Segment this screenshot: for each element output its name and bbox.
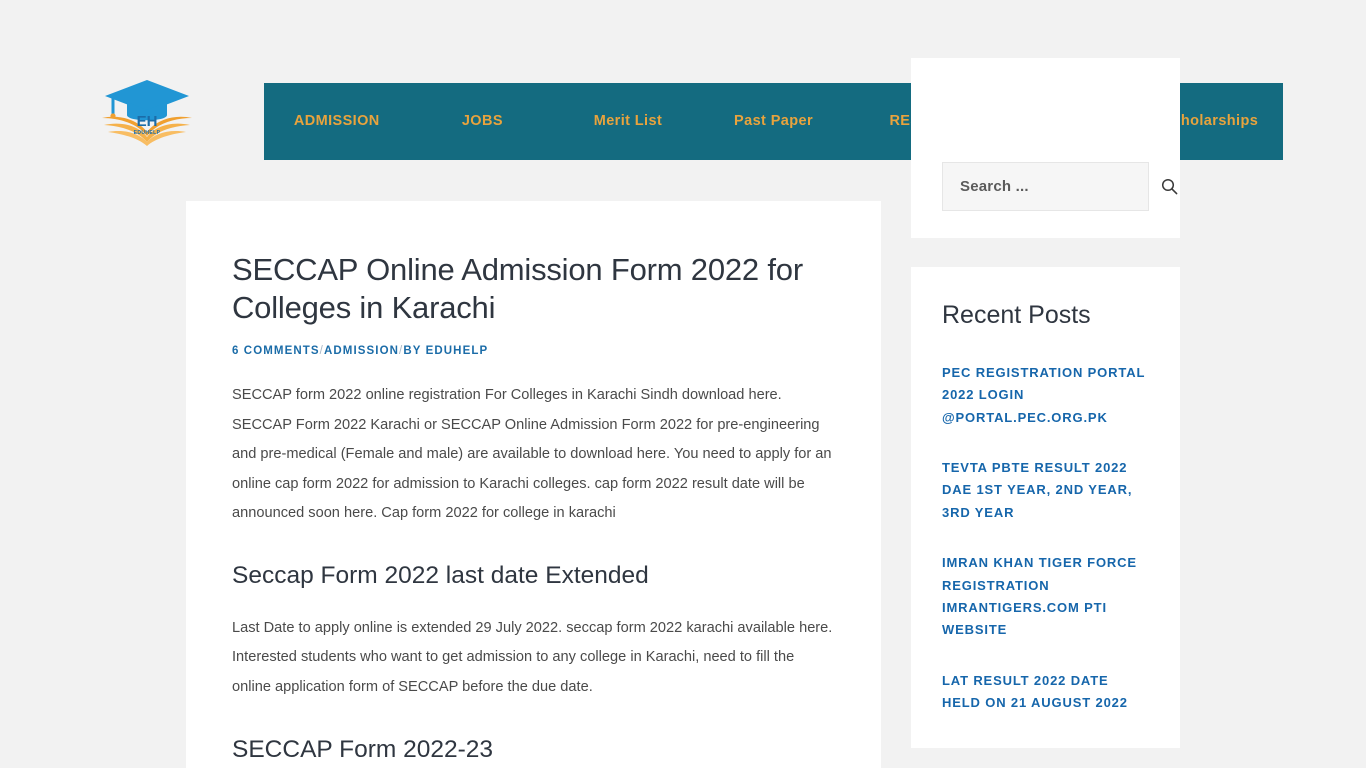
recent-post-link-2[interactable]: TEVTA PBTE RESULT 2022 DAE 1ST YEAR, 2ND… xyxy=(942,457,1149,524)
page-title: SECCAP Online Admission Form 2022 for Co… xyxy=(232,252,803,326)
recent-post-link-4[interactable]: LAT RESULT 2022 DATE HELD ON 21 AUGUST 2… xyxy=(942,670,1149,715)
search-submit-button[interactable] xyxy=(1161,176,1178,198)
author-link[interactable]: BY EDUHELP xyxy=(403,345,488,357)
nav-item-merit-list[interactable]: Merit List xyxy=(555,114,701,129)
article-meta: 6 COMMENTS/ADMISSION/BY EDUHELP xyxy=(232,345,835,357)
section-heading-extended: Seccap Form 2022 last date Extended xyxy=(232,562,649,589)
search-form xyxy=(942,162,1178,211)
nav-item-past-paper[interactable]: Past Paper xyxy=(701,114,847,129)
recent-posts-list: PEC REGISTRATION PORTAL 2022 LOGIN @PORT… xyxy=(942,362,1149,714)
article-intro-paragraph: SECCAP form 2022 online registration For… xyxy=(232,386,832,522)
section-paragraph-extended: Last Date to apply online is extended 29… xyxy=(232,619,833,696)
nav-item-admission[interactable]: ADMISSION xyxy=(264,114,410,129)
section-heading-form-2022-23: SECCAP Form 2022-23 xyxy=(232,735,493,763)
article: SECCAP Online Admission Form 2022 for Co… xyxy=(186,201,881,766)
svg-text:EDUHELP: EDUHELP xyxy=(134,130,161,136)
list-item: IMRAN KHAN TIGER FORCE REGISTRATION IMRA… xyxy=(942,552,1149,641)
nav-item-jobs[interactable]: JOBS xyxy=(410,114,556,129)
search-input[interactable] xyxy=(960,178,1161,195)
sidebar: Recent Posts PEC REGISTRATION PORTAL 202… xyxy=(911,58,1180,748)
recent-posts-widget: Recent Posts PEC REGISTRATION PORTAL 202… xyxy=(911,267,1180,748)
category-link[interactable]: ADMISSION xyxy=(324,345,399,357)
page-root: EH EDUHELP ADMISSION JOBS Merit List Pas… xyxy=(0,0,1366,768)
list-item: PEC REGISTRATION PORTAL 2022 LOGIN @PORT… xyxy=(942,362,1149,429)
recent-post-link-1[interactable]: PEC REGISTRATION PORTAL 2022 LOGIN @PORT… xyxy=(942,362,1149,429)
comments-link[interactable]: 6 COMMENTS xyxy=(232,345,320,357)
list-item: LAT RESULT 2022 DATE HELD ON 21 AUGUST 2… xyxy=(942,670,1149,715)
recent-post-link-3[interactable]: IMRAN KHAN TIGER FORCE REGISTRATION IMRA… xyxy=(942,552,1149,641)
recent-posts-title: Recent Posts xyxy=(942,301,1091,329)
main-content-card: SECCAP Online Admission Form 2022 for Co… xyxy=(186,201,881,768)
svg-text:EH: EH xyxy=(137,113,158,130)
list-item: TEVTA PBTE RESULT 2022 DAE 1ST YEAR, 2ND… xyxy=(942,457,1149,524)
search-widget xyxy=(911,58,1180,238)
graduation-cap-book-logo-icon: EH EDUHELP xyxy=(102,80,192,146)
search-icon xyxy=(1161,178,1178,195)
site-logo[interactable]: EH EDUHELP xyxy=(96,74,200,152)
